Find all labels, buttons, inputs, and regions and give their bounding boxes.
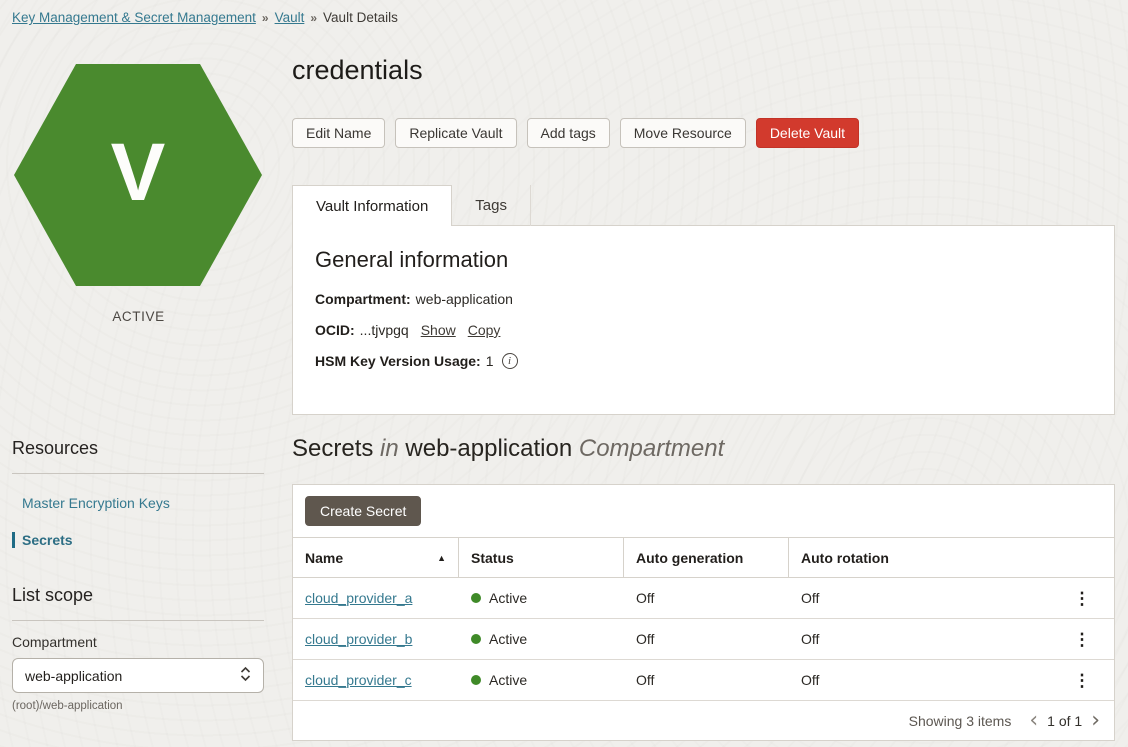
sort-ascending-icon: ▲ [437, 553, 446, 563]
create-secret-button[interactable]: Create Secret [305, 496, 421, 526]
active-status-dot-icon [471, 675, 481, 685]
kebab-menu-icon[interactable]: ⋮ [1074, 631, 1091, 648]
row-actions-cell: ⋮ [1050, 578, 1114, 618]
status-cell: Active [459, 619, 624, 659]
compartment-info-label: Compartment: [315, 289, 411, 309]
secrets-heading-in: in [380, 435, 399, 462]
select-chevron-icon [240, 666, 251, 685]
tab-tags[interactable]: Tags [452, 185, 531, 226]
auto-generation-cell: Off [624, 578, 789, 618]
hsm-value: 1 [486, 351, 494, 371]
tab-vault-information[interactable]: Vault Information [292, 185, 452, 226]
column-header-auto-rotation: Auto rotation [789, 538, 1114, 577]
compartment-select-value: web-application [25, 668, 122, 684]
table-row: cloud_provider_a Active Off Off ⋮ [293, 578, 1114, 619]
hsm-label: HSM Key Version Usage: [315, 351, 481, 371]
secret-link-cloud-provider-b[interactable]: cloud_provider_b [305, 631, 412, 647]
info-icon[interactable]: i [502, 353, 518, 369]
vault-status: ACTIVE [0, 309, 277, 324]
ocid-copy-link[interactable]: Copy [468, 320, 501, 340]
auto-rotation-cell: Off [789, 578, 1050, 618]
secrets-heading-suffix: Compartment [579, 435, 724, 462]
vault-initial: V [111, 132, 166, 214]
status-text: Active [489, 631, 527, 647]
hsm-info-row: HSM Key Version Usage: 1 i [315, 351, 1092, 371]
page-previous-icon[interactable]: ‹ [1029, 710, 1038, 732]
general-information-heading: General information [315, 247, 1092, 273]
secrets-table-header: Name ▲ Status Auto generation Auto rotat… [293, 537, 1114, 578]
sidebar: Resources Master Encryption Keys Secrets… [12, 438, 264, 712]
table-row: cloud_provider_c Active Off Off ⋮ [293, 660, 1114, 701]
column-header-status: Status [459, 538, 624, 577]
active-status-dot-icon [471, 634, 481, 644]
delete-vault-button[interactable]: Delete Vault [756, 118, 859, 148]
row-actions-cell: ⋮ [1050, 619, 1114, 659]
tab-strip: Vault Information Tags [292, 185, 1115, 226]
sidebar-item-secrets[interactable]: Secrets [12, 532, 264, 548]
kebab-menu-icon[interactable]: ⋮ [1074, 672, 1091, 689]
compartment-label: Compartment [12, 634, 264, 650]
action-bar: Edit Name Replicate Vault Add tags Move … [292, 118, 1115, 148]
pagination: ‹ 1 of 1 › [1029, 710, 1100, 732]
vault-hexagon-icon: V [14, 64, 262, 286]
kebab-menu-icon[interactable]: ⋮ [1074, 590, 1091, 607]
ocid-show-link[interactable]: Show [421, 320, 456, 340]
resources-divider [12, 473, 264, 474]
breadcrumb-link-key-management[interactable]: Key Management & Secret Management [12, 10, 256, 25]
list-scope-heading: List scope [12, 585, 264, 606]
ocid-value: ...tjvpgq [360, 320, 409, 340]
compartment-info-value: web-application [416, 289, 513, 309]
table-row: cloud_provider_b Active Off Off ⋮ [293, 619, 1114, 660]
auto-rotation-cell: Off [789, 660, 1050, 700]
column-header-name-label: Name [305, 550, 343, 566]
column-header-name[interactable]: Name ▲ [293, 538, 459, 577]
secret-link-cloud-provider-c[interactable]: cloud_provider_c [305, 672, 412, 688]
secrets-section-heading: Secrets in web-application Compartment [292, 435, 1115, 463]
secrets-table-footer: Showing 3 items ‹ 1 of 1 › [293, 701, 1114, 740]
column-header-auto-generation: Auto generation [624, 538, 789, 577]
move-resource-button[interactable]: Move Resource [620, 118, 746, 148]
add-tags-button[interactable]: Add tags [527, 118, 610, 148]
status-text: Active [489, 672, 527, 688]
vault-information-panel: General information Compartment: web-app… [292, 225, 1115, 415]
page-title: credentials [292, 55, 1115, 86]
auto-generation-cell: Off [624, 660, 789, 700]
compartment-path: (root)/web-application [12, 700, 264, 712]
status-text: Active [489, 590, 527, 606]
status-cell: Active [459, 660, 624, 700]
secrets-panel: Create Secret Name ▲ Status Auto generat… [292, 484, 1115, 741]
showing-items-text: Showing 3 items [909, 713, 1012, 729]
page-indicator: 1 of 1 [1047, 713, 1082, 729]
replicate-vault-button[interactable]: Replicate Vault [395, 118, 516, 148]
create-secret-row: Create Secret [293, 485, 1114, 537]
page-next-icon[interactable]: › [1091, 710, 1100, 732]
row-actions-cell: ⋮ [1050, 660, 1114, 700]
edit-name-button[interactable]: Edit Name [292, 118, 385, 148]
sidebar-item-master-encryption-keys[interactable]: Master Encryption Keys [12, 495, 264, 511]
compartment-info-row: Compartment: web-application [315, 289, 1092, 309]
breadcrumb-separator-icon: » [262, 11, 269, 25]
secret-link-cloud-provider-a[interactable]: cloud_provider_a [305, 590, 412, 606]
status-cell: Active [459, 578, 624, 618]
main-content: credentials Edit Name Replicate Vault Ad… [292, 0, 1115, 741]
secrets-link[interactable]: Secrets [22, 532, 73, 548]
ocid-info-row: OCID: ...tjvpgq Show Copy [315, 320, 1092, 340]
ocid-label: OCID: [315, 320, 355, 340]
compartment-select[interactable]: web-application [12, 658, 264, 693]
resources-heading: Resources [12, 438, 264, 459]
list-scope-divider [12, 620, 264, 621]
secrets-heading-compartment: web-application [405, 435, 572, 462]
auto-rotation-cell: Off [789, 619, 1050, 659]
active-status-dot-icon [471, 593, 481, 603]
auto-generation-cell: Off [624, 619, 789, 659]
secrets-heading-prefix: Secrets [292, 435, 373, 462]
master-encryption-keys-link[interactable]: Master Encryption Keys [22, 495, 170, 511]
